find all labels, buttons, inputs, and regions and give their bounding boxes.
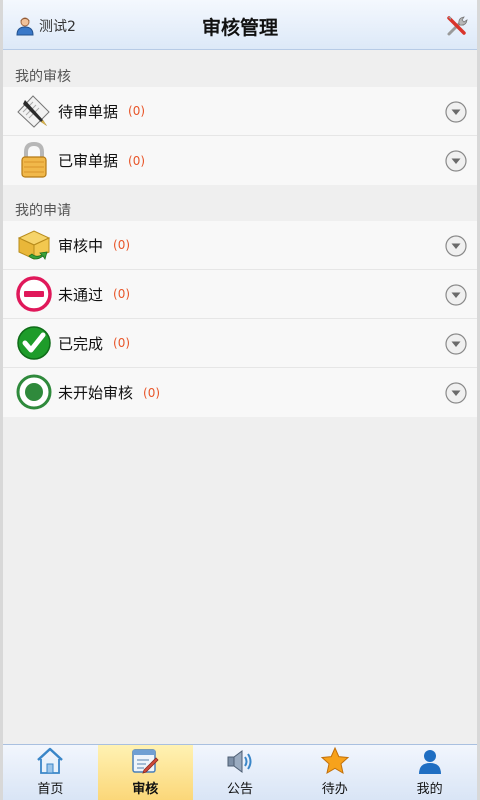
tab-announcement[interactable]: 公告 [193,745,288,800]
row-count: (0) [113,336,131,350]
chevron-down-icon[interactable] [445,101,467,123]
chevron-down-icon[interactable] [445,284,467,306]
section-my-review-label: 我的审核 [15,69,71,85]
tab-label: 我的 [416,782,443,797]
list-item-pending-docs[interactable]: 待审单据 (0) [3,87,477,136]
row-count: (0) [113,238,131,252]
chevron-down-icon[interactable] [445,235,467,257]
tab-label: 审核 [132,782,159,797]
row-label: 已完成 [58,334,104,353]
row-text: 未通过 (0) [58,284,130,305]
box-refresh-icon [17,230,51,260]
pen-document-icon [17,95,50,128]
section-my-request-label: 我的申请 [15,203,71,219]
header-bar: 测试2 审核管理 [3,0,477,50]
list-item-completed[interactable]: 已完成 (0) [3,319,477,368]
row-text: 已完成 (0) [58,333,130,354]
speaker-icon [227,750,252,773]
row-text: 待审单据 (0) [58,101,145,122]
my-request-list: 审核中 (0) 未通过 (0) 已完成 (0) 未开始审核 (0) [3,221,477,417]
tools-icon[interactable] [445,14,469,38]
record-circle-icon [16,374,52,410]
chevron-down-icon[interactable] [445,382,467,404]
my-review-list: 待审单据 (0) 已审单据 (0) [3,87,477,185]
row-text: 审核中 (0) [58,235,130,256]
row-count: (0) [128,104,146,118]
minus-circle-icon [16,276,52,312]
check-circle-icon [17,326,51,360]
chevron-down-icon[interactable] [445,150,467,172]
tab-todo[interactable]: 待办 [287,745,382,800]
row-label: 审核中 [58,236,104,255]
chevron-down-icon[interactable] [445,333,467,355]
lock-icon [21,141,47,178]
row-label: 未开始审核 [58,384,134,402]
person-icon [418,750,441,774]
tab-home[interactable]: 首页 [3,745,98,800]
page-title: 审核管理 [201,17,278,39]
row-count: (0) [143,385,161,400]
tab-label: 公告 [226,782,253,797]
row-count: (0) [128,153,146,168]
star-icon [320,746,349,775]
list-item-reviewed-docs[interactable]: 已审单据 (0) [3,136,477,185]
row-label: 待审单据 [58,102,119,121]
list-item-in-review[interactable]: 审核中 (0) [3,221,477,270]
tab-review[interactable]: 审核 [97,745,193,800]
row-label: 已审单据 [58,152,119,170]
row-count: (0) [113,287,131,301]
edit-icon [132,749,159,774]
list-item-rejected[interactable]: 未通过 (0) [3,270,477,319]
home-icon [37,747,64,774]
list-item-not-started[interactable]: 未开始审核 (0) [3,368,477,417]
tab-label: 待办 [321,782,348,797]
bottom-tab-bar: 首页 审核 公告 待办 我的 [3,744,477,800]
row-label: 未通过 [58,285,104,304]
app-frame: 测试2 审核管理 我的审核 待审单据 (0) 已审单据 (0) 我的申请 审核中… [0,0,480,800]
tab-label: 首页 [37,782,64,797]
row-text: 未开始审核 (0) [58,382,160,403]
tab-mine[interactable]: 我的 [382,745,477,800]
row-text: 已审单据 (0) [58,150,145,171]
